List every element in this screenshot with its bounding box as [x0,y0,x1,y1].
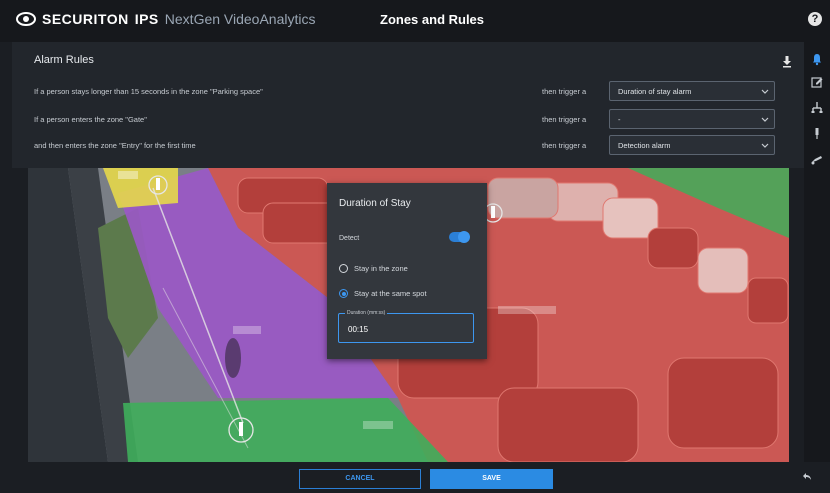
footer-bar: CANCEL SAVE [12,462,811,493]
radio-button[interactable] [339,264,348,273]
securiton-logo-icon [16,12,36,26]
rule-text: and then enters the zone "Entry" for the… [34,141,196,150]
alarm-type-value: Duration of stay alarm [618,87,692,96]
cancel-button[interactable]: CANCEL [299,469,421,489]
radio-label: Stay in the zone [354,264,408,273]
save-button[interactable]: SAVE [430,469,553,489]
chevron-down-icon [761,143,769,148]
brand-suffix: NextGen VideoAnalytics [164,11,316,27]
top-bar: SECURITON IPS NextGen VideoAnalytics Zon… [0,0,830,42]
alarm-rules-title: Alarm Rules [34,54,94,66]
dialog-title: Duration of Stay [339,198,411,209]
download-icon[interactable] [782,56,792,68]
brand: SECURITON IPS NextGen VideoAnalytics [16,11,316,27]
duration-field-label: Duration (mm:ss) [345,310,388,316]
rule-row: and then enters the zone "Entry" for the… [12,135,804,159]
alarm-type-value: - [618,115,621,124]
question-icon[interactable]: ? [808,12,822,26]
trigger-label: then trigger a [542,115,587,124]
option-stay-in-zone[interactable]: Stay in the zone [339,264,408,273]
trigger-label: then trigger a [542,87,587,96]
option-stay-same-spot[interactable]: Stay at the same spot [339,289,427,298]
rule-row: If a person enters the zone "Gate" then … [12,109,804,133]
duration-field[interactable]: Duration (mm:ss) 00:15 [338,310,474,343]
duration-of-stay-dialog: Duration of Stay Detect Stay in the zone… [327,183,487,359]
camera-icon[interactable] [810,152,824,166]
brand-product: IPS [134,11,159,27]
network-icon[interactable] [810,100,824,114]
pin-icon[interactable] [810,126,824,140]
rule-text: If a person stays longer than 15 seconds… [34,87,263,96]
toggle-knob [458,231,470,243]
trigger-label: then trigger a [542,141,587,150]
alarm-type-select[interactable]: - [609,109,775,129]
detect-label: Detect [339,235,360,242]
edit-icon[interactable] [810,75,824,89]
alarm-type-select[interactable]: Detection alarm [609,135,775,155]
page-title: Zones and Rules [380,12,485,27]
detect-toggle[interactable] [449,231,470,243]
duration-value: 00:15 [348,325,369,334]
alarm-type-value: Detection alarm [618,141,671,150]
chevron-down-icon [761,117,769,122]
rule-text: If a person enters the zone "Gate" [34,115,147,124]
right-toolbar [804,42,830,462]
person-silhouette [225,338,241,378]
alarm-rules-panel: Alarm Rules If a person stays longer tha… [12,42,804,168]
brand-name: SECURITON [42,11,129,27]
radio-button-checked[interactable] [339,289,348,298]
radio-label: Stay at the same spot [354,289,427,298]
undo-icon[interactable] [800,470,814,484]
alarm-type-select[interactable]: Duration of stay alarm [609,81,775,101]
rule-row: If a person stays longer than 15 seconds… [12,81,804,105]
bell-icon[interactable] [810,52,824,66]
chevron-down-icon [761,89,769,94]
